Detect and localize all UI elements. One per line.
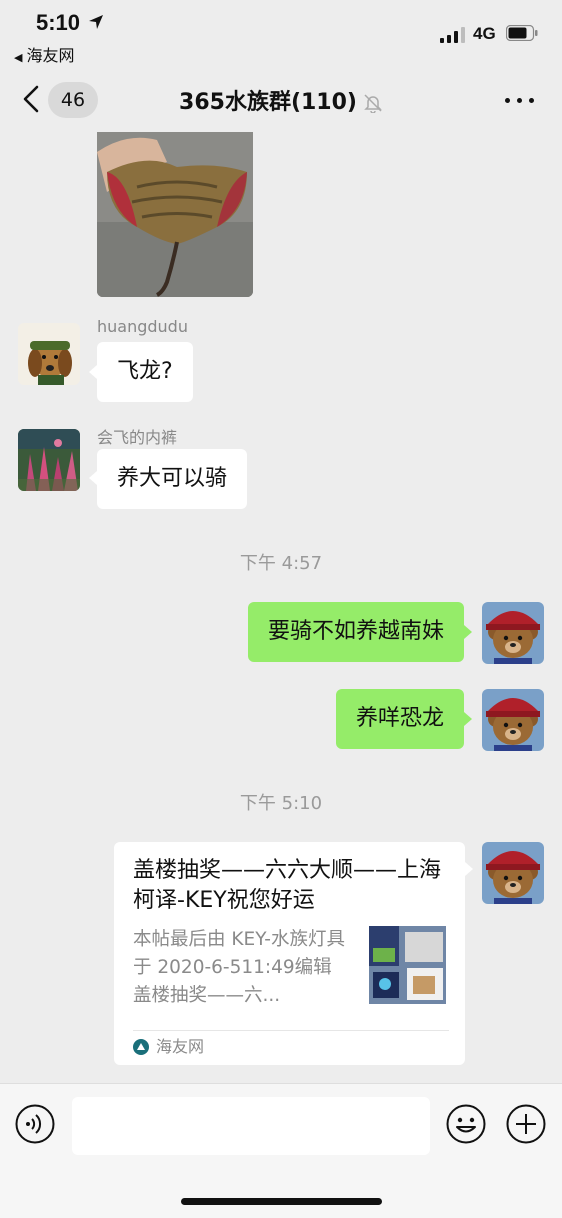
source-logo-icon <box>133 1039 149 1055</box>
image-message[interactable] <box>97 132 253 297</box>
emoji-icon[interactable] <box>446 1104 486 1144</box>
avatar-huangdudu[interactable] <box>18 323 80 385</box>
battery-icon <box>506 25 538 41</box>
avatar-self[interactable] <box>482 842 544 904</box>
back-to-app-link[interactable]: ◀ 海友网 <box>14 42 74 66</box>
message-timestamp: 下午 5:10 <box>239 793 323 814</box>
message-bubble[interactable]: 飞龙? <box>97 342 193 402</box>
chat-header: 46 365水族群(110) <box>0 70 562 132</box>
status-bar: 5:10 ◀ 海友网 4G <box>0 0 562 70</box>
back-triangle-icon: ◀ <box>14 51 23 64</box>
cellular-signal-icon <box>440 27 465 43</box>
link-card-thumbnail <box>369 926 446 1004</box>
location-arrow-icon <box>89 15 103 29</box>
message-input[interactable] <box>72 1097 430 1155</box>
link-card-source-name: 海友网 <box>156 1037 205 1056</box>
chat-title-wrap: 365水族群(110) <box>0 84 562 116</box>
link-card-title: 盖楼抽奖——六六大顺——上海柯译-KEY祝您好运 <box>133 858 442 913</box>
message-timestamp: 下午 4:57 <box>239 553 323 574</box>
sender-name: huangdudu <box>97 317 188 336</box>
back-app-label: 海友网 <box>26 46 75 65</box>
voice-input-icon[interactable] <box>15 1104 55 1144</box>
home-indicator[interactable] <box>181 1198 382 1205</box>
message-bubble[interactable]: 养大可以骑 <box>97 449 248 509</box>
link-card[interactable]: 盖楼抽奖——六六大顺——上海柯译-KEY祝您好运 本帖最后由 KEY-水族灯具于… <box>114 842 465 1065</box>
message-bubble-sent[interactable]: 养咩恐龙 <box>335 689 464 749</box>
avatar-self[interactable] <box>482 689 544 751</box>
bubble-tail <box>465 862 473 876</box>
status-time: 5:10 <box>36 10 81 35</box>
bubble-tail <box>464 712 472 726</box>
mute-bell-icon <box>364 94 382 113</box>
link-card-source: 海友网 <box>133 1036 204 1058</box>
network-type: 4G <box>473 24 496 43</box>
avatar-self[interactable] <box>482 602 544 664</box>
stingray-photo <box>97 132 253 297</box>
add-plus-icon[interactable] <box>506 1104 546 1144</box>
avatar-sender-2[interactable] <box>18 429 80 491</box>
bubble-tail <box>89 471 97 485</box>
bubble-tail <box>464 625 472 639</box>
sender-name: 会飞的内裤 <box>97 428 178 447</box>
chat-title: 365水族群(110) <box>179 90 357 115</box>
link-card-divider <box>133 1030 449 1031</box>
message-bubble-sent[interactable]: 要骑不如养越南妹 <box>247 602 464 662</box>
link-card-description: 本帖最后由 KEY-水族灯具于 2020-6-511:49编辑盖楼抽奖——六..… <box>133 929 345 1006</box>
more-options-button[interactable] <box>503 90 537 110</box>
bubble-tail <box>89 365 97 379</box>
